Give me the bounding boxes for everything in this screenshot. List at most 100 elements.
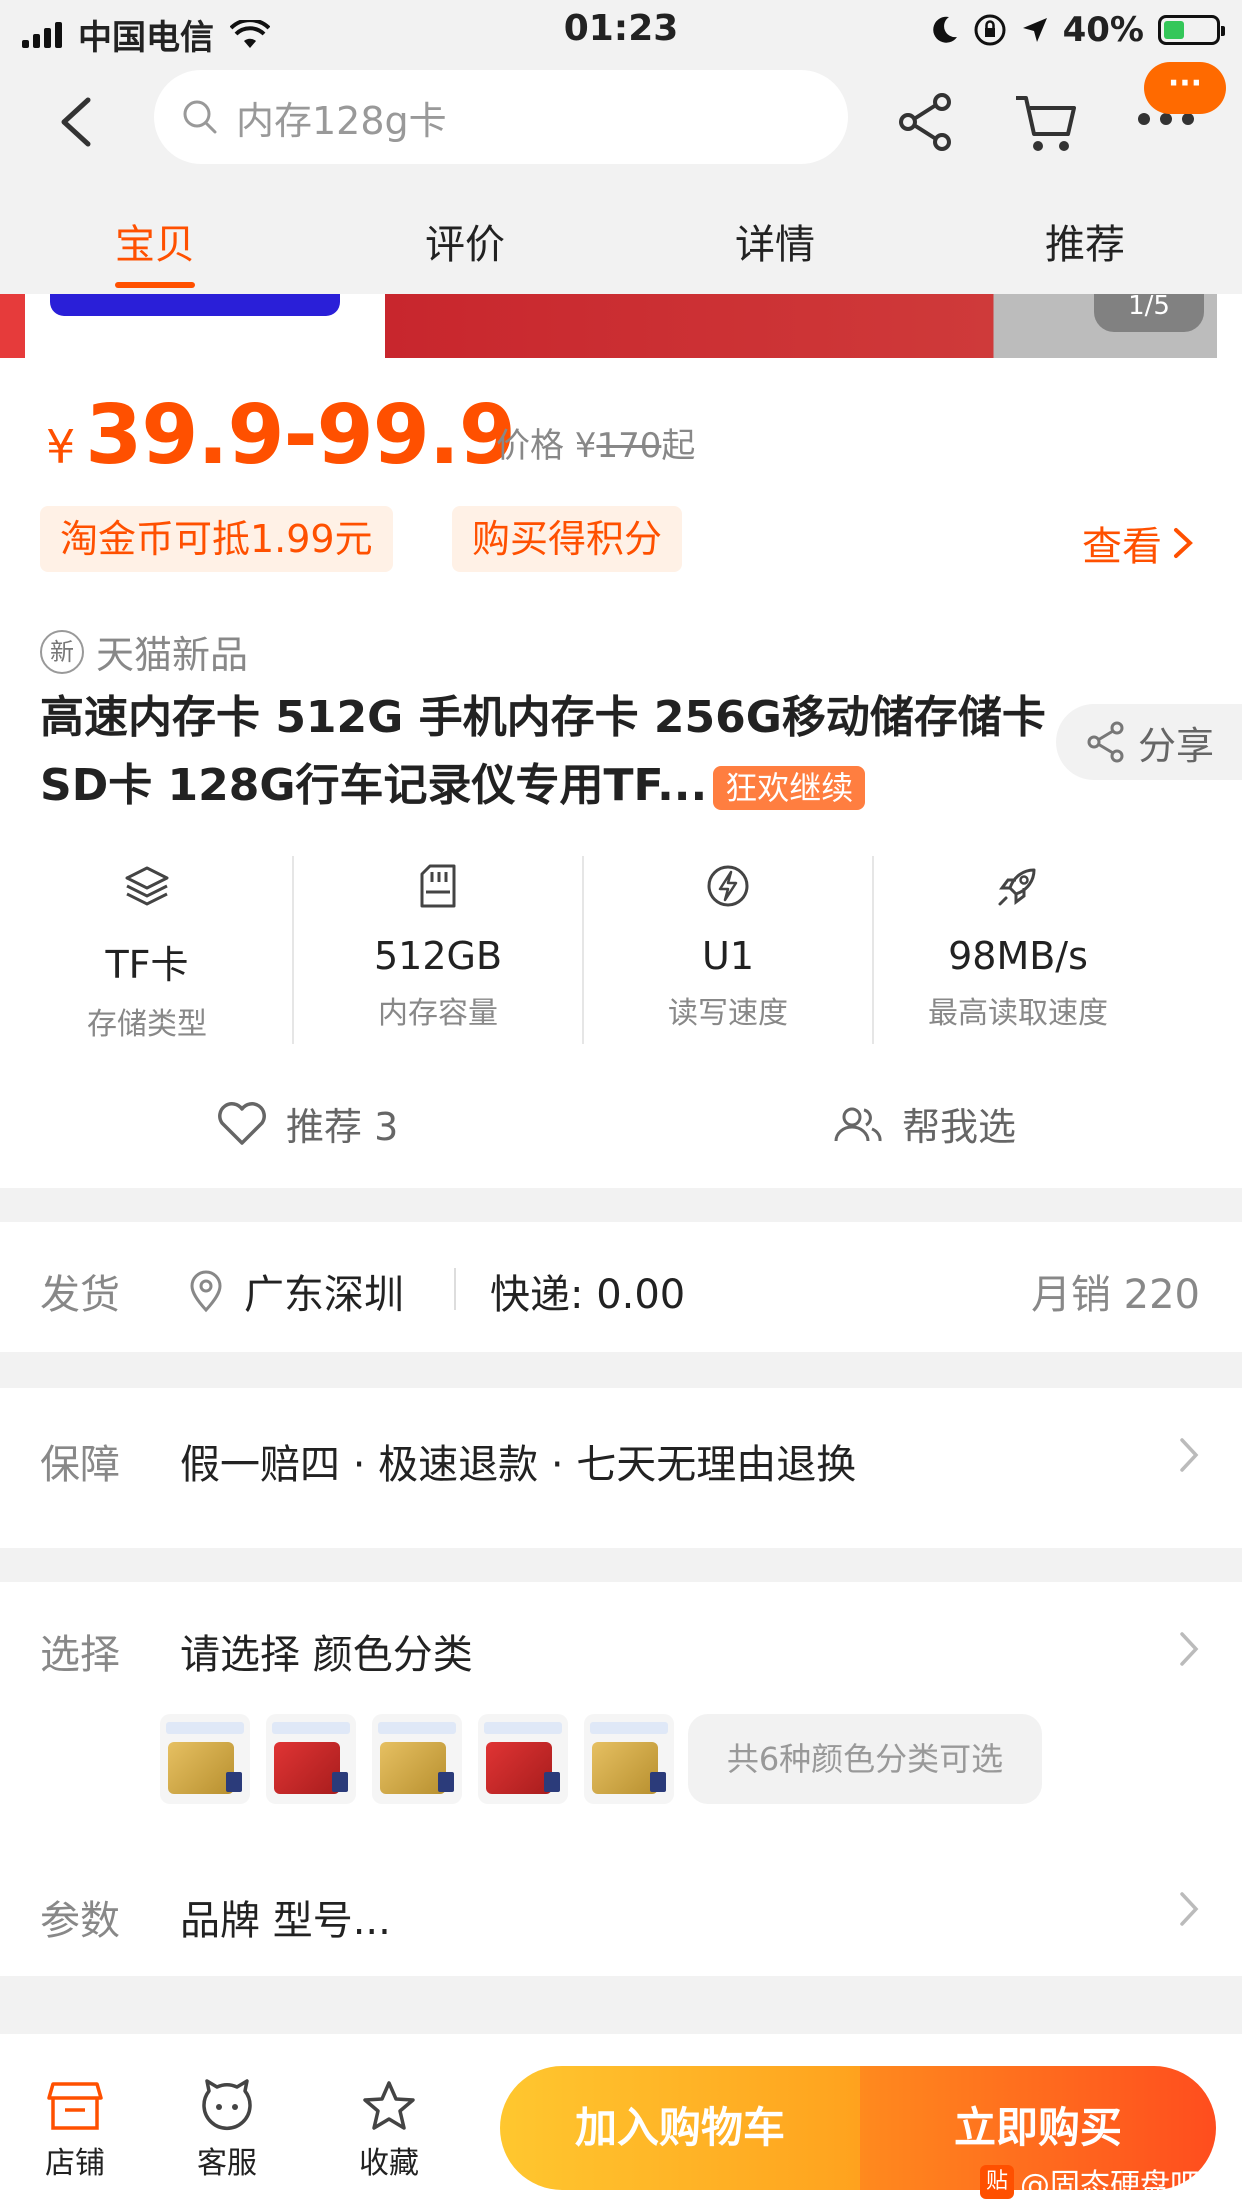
- favorite-label: 收藏: [359, 2146, 419, 2181]
- spec-label: 读写速度: [668, 996, 788, 1031]
- spec-value: U1: [702, 934, 754, 978]
- shipping-label: 发货: [40, 1272, 120, 1318]
- recommend-label: 推荐 3: [286, 1105, 399, 1149]
- shipping-location-text: 广东深圳: [244, 1272, 404, 1318]
- carousel-counter: 1/5: [1094, 293, 1204, 332]
- select-text[interactable]: 请选择 颜色分类: [180, 1622, 473, 1680]
- sd-card-icon: [420, 864, 456, 908]
- chevron-right-icon: [1180, 1438, 1199, 1472]
- variant-thumbnail[interactable]: [266, 1714, 356, 1804]
- original-price-prefix: 价格 ¥: [496, 426, 597, 466]
- favorite-button[interactable]: 收藏: [334, 2074, 444, 2182]
- shop-button[interactable]: 店铺: [20, 2074, 130, 2182]
- message-badge[interactable]: ···: [1144, 62, 1226, 114]
- location-pin-icon: [190, 1270, 222, 1313]
- original-price: 价格 ¥170起: [496, 418, 695, 467]
- original-price-value: 170: [596, 426, 662, 466]
- cart-icon[interactable]: [1014, 92, 1080, 154]
- people-icon: [834, 1107, 882, 1141]
- product-title-text: 高速内存卡 512G 手机内存卡 256G移动储存储卡 SD卡 128G行车记录…: [40, 692, 1046, 811]
- variant-count[interactable]: 共6种颜色分类可选: [688, 1714, 1042, 1804]
- coin-discount-tag[interactable]: 淘金币可抵1.99元: [40, 506, 393, 572]
- recommend-button[interactable]: 推荐 3: [216, 1096, 398, 1151]
- spec-highlights: TF卡 存储类型 512GB 内存容量 U1 读写速度 98MB/s 最高读取速…: [0, 856, 1242, 1044]
- service-icon: [202, 2079, 252, 2131]
- shipping-fee: 快递: 0.00: [490, 1272, 686, 1318]
- tab-details[interactable]: 详情: [620, 212, 930, 292]
- share-button[interactable]: 分享: [1056, 704, 1242, 780]
- layers-icon: [125, 866, 169, 906]
- spec-storage-type: TF卡 存储类型: [2, 856, 292, 1044]
- battery-percent: 40%: [1062, 10, 1144, 50]
- new-badge-icon: 新: [40, 629, 84, 674]
- help-me-choose-button[interactable]: 帮我选: [830, 1096, 1016, 1151]
- chevron-right-icon: [1180, 1892, 1199, 1926]
- tmall-new-label: 天猫新品: [96, 633, 249, 677]
- price-range: 39.9-99.9: [85, 388, 516, 483]
- chevron-right-icon: [1174, 528, 1193, 558]
- points-tag[interactable]: 购买得积分: [452, 506, 683, 572]
- chevron-right-icon: [1180, 1632, 1199, 1666]
- watermark-icon: 贴: [980, 2165, 1014, 2199]
- shop-label: 店铺: [45, 2146, 105, 2181]
- spec-max-read: 98MB/s 最高读取速度: [872, 856, 1162, 1044]
- product-title: 高速内存卡 512G 手机内存卡 256G移动储存储卡 SD卡 128G行车记录…: [40, 684, 1050, 820]
- guarantee-label: 保障: [40, 1442, 120, 1488]
- search-placeholder: 内存128g卡: [236, 98, 447, 143]
- watermark: 贴 @固态硬盘吧: [980, 2160, 1200, 2204]
- location-arrow-icon: [1022, 18, 1047, 42]
- tab-recommend[interactable]: 推荐: [930, 212, 1240, 292]
- promo-tag: 狂欢继续: [713, 766, 866, 810]
- price: ¥ 39.9-99.9: [46, 388, 516, 483]
- variant-thumbnail[interactable]: [478, 1714, 568, 1804]
- spec-capacity: 512GB 内存容量: [292, 856, 582, 1044]
- monthly-sales: 月销 220: [1030, 1272, 1200, 1318]
- params-text[interactable]: 品牌 型号...: [180, 1888, 391, 1946]
- spec-label: 存储类型: [87, 1007, 207, 1042]
- carousel-image-fragment: [50, 294, 340, 316]
- watermark-text: @固态硬盘吧: [1020, 2168, 1200, 2203]
- help-label: 帮我选: [902, 1105, 1017, 1149]
- star-icon: [363, 2081, 415, 2130]
- params-label: 参数: [40, 1898, 120, 1944]
- tab-item[interactable]: 宝贝: [0, 212, 310, 292]
- spec-value: TF卡: [105, 943, 189, 987]
- spec-label: 内存容量: [378, 996, 498, 1031]
- spec-value: 512GB: [373, 934, 503, 978]
- variant-thumbnail[interactable]: [372, 1714, 462, 1804]
- share-icon: [1087, 721, 1124, 763]
- view-coupons-link[interactable]: 查看: [1082, 514, 1196, 572]
- share-icon[interactable]: [896, 90, 956, 154]
- spec-label: 最高读取速度: [928, 996, 1108, 1031]
- variant-thumbnail[interactable]: [160, 1714, 250, 1804]
- select-label: 选择: [40, 1632, 120, 1678]
- customer-service-button[interactable]: 客服: [172, 2074, 282, 2182]
- search-bar[interactable]: 内存128g卡: [154, 70, 848, 164]
- lightning-icon: [707, 865, 749, 907]
- battery-icon: [1158, 15, 1225, 45]
- guarantee-text: 假一赔四 · 极速退款 · 七天无理由退换: [180, 1442, 857, 1488]
- tmall-new-tag: 新 天猫新品: [40, 624, 248, 679]
- search-icon: [183, 100, 217, 134]
- moon-icon: [932, 16, 957, 43]
- spec-value: 98MB/s: [948, 934, 1088, 978]
- shipping-location[interactable]: 广东深圳: [186, 1262, 404, 1320]
- original-price-suffix: 起: [661, 426, 696, 466]
- rocket-icon: [998, 868, 1036, 906]
- divider: [454, 1268, 456, 1310]
- tab-bar: 宝贝 评价 详情 推荐: [0, 212, 1242, 292]
- add-to-cart-button[interactable]: 加入购物车: [500, 2066, 860, 2190]
- variant-thumbnails: [160, 1714, 674, 1804]
- spec-speed-class: U1 读写速度: [582, 856, 872, 1044]
- view-link-label: 查看: [1082, 524, 1162, 570]
- variant-thumbnail[interactable]: [584, 1714, 674, 1804]
- status-right: 40%: [931, 10, 1225, 50]
- service-label: 客服: [197, 2146, 257, 2181]
- tab-reviews[interactable]: 评价: [310, 212, 620, 292]
- heart-icon: [218, 1101, 266, 1145]
- rotation-lock-icon: [974, 14, 1006, 46]
- price-currency: ¥: [46, 420, 76, 474]
- shop-icon: [47, 2082, 103, 2130]
- back-icon[interactable]: [48, 92, 108, 152]
- share-label: 分享: [1138, 723, 1215, 768]
